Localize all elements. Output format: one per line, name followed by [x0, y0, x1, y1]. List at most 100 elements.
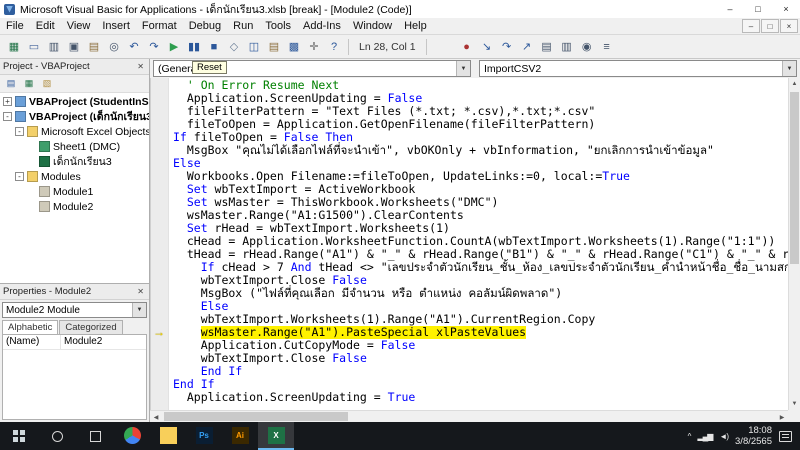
window-controls: –□×: [716, 0, 800, 18]
tree-item-sheet1-dmc[interactable]: Sheet1 (DMC): [0, 139, 149, 154]
toggle-breakpoint-icon[interactable]: ●: [457, 37, 477, 57]
toolbox-icon[interactable]: ✛: [304, 37, 324, 57]
procedure-dropdown[interactable]: ImportCSV2 ▼: [479, 60, 797, 77]
close-icon[interactable]: ✕: [135, 62, 146, 71]
mdi-close-button[interactable]: ×: [780, 19, 798, 33]
menu-window[interactable]: Window: [347, 19, 398, 33]
toolbar-separator: [426, 39, 427, 55]
save-icon[interactable]: ▥: [44, 37, 64, 57]
action-center-icon[interactable]: [779, 431, 792, 442]
minimize-button[interactable]: –: [716, 0, 744, 18]
tab-categorized[interactable]: Categorized: [59, 320, 122, 334]
tree-item-modules-folder[interactable]: -Modules: [0, 169, 149, 184]
design-mode-icon[interactable]: ◇: [224, 37, 244, 57]
find-icon[interactable]: ◎: [104, 37, 124, 57]
toggle-folders-icon[interactable]: ▧: [38, 76, 56, 92]
menu-run[interactable]: Run: [227, 19, 259, 33]
tree-item-module1[interactable]: Module1: [0, 184, 149, 199]
menu-file[interactable]: File: [0, 19, 30, 33]
project-explorer-icon[interactable]: ◫: [244, 37, 264, 57]
code-line[interactable]: End If: [173, 365, 788, 378]
vertical-scrollbar[interactable]: ▲ ▼: [788, 78, 800, 410]
object-browser-icon[interactable]: ▩: [284, 37, 304, 57]
menu-edit[interactable]: Edit: [30, 19, 61, 33]
horizontal-scrollbar[interactable]: ◀ ▶: [150, 410, 788, 422]
taskbar-illustrator-button[interactable]: Ai: [222, 422, 258, 450]
copy-icon[interactable]: ▣: [64, 37, 84, 57]
code-line[interactable]: MsgBox ("ไฟล์ที่คุณเลือก มีจำนวน หรือ ตำ…: [173, 287, 788, 300]
tab-alphabetic[interactable]: Alphabetic: [2, 320, 58, 334]
tree-expander-icon[interactable]: +: [3, 97, 12, 106]
tree-item-module2[interactable]: Module2: [0, 199, 149, 214]
volume-icon[interactable]: ◄): [719, 432, 728, 441]
code-line[interactable]: wbTextImport.Close False: [173, 352, 788, 365]
tree-item-thisworkbook[interactable]: เด็กนักเรียน3: [0, 154, 149, 169]
folder-icon: [27, 126, 38, 137]
watch-window-icon[interactable]: ◉: [577, 37, 597, 57]
scroll-down-icon[interactable]: ▼: [789, 398, 800, 410]
menu-insert[interactable]: Insert: [96, 19, 136, 33]
tree-item-vbaproject-studentinschool[interactable]: +VBAProject (StudentInSchoolLis: [0, 94, 149, 109]
vertical-scroll-track[interactable]: [789, 90, 800, 398]
paste-icon[interactable]: ▤: [84, 37, 104, 57]
maximize-button[interactable]: □: [744, 0, 772, 18]
step-out-icon[interactable]: ↗: [517, 37, 537, 57]
close-button[interactable]: ×: [772, 0, 800, 18]
horizontal-scroll-thumb[interactable]: [164, 412, 348, 421]
menu-format[interactable]: Format: [136, 19, 183, 33]
menu-tools[interactable]: Tools: [259, 19, 297, 33]
reset-icon[interactable]: ■: [204, 37, 224, 57]
search-button[interactable]: [38, 422, 76, 450]
tree-item-microsoft-excel-objects[interactable]: -Microsoft Excel Objects: [0, 124, 149, 139]
scroll-up-icon[interactable]: ▲: [789, 78, 800, 90]
view-excel-icon[interactable]: ▦: [4, 37, 24, 57]
menu-view[interactable]: View: [61, 19, 97, 33]
taskbar-excel-button[interactable]: X: [258, 422, 294, 450]
properties-panel-header[interactable]: Properties - Module2 ✕: [0, 284, 149, 300]
menu-debug[interactable]: Debug: [183, 19, 227, 33]
code-line[interactable]: Application.ScreenUpdating = True: [173, 391, 788, 404]
start-button[interactable]: [0, 422, 38, 450]
network-icon[interactable]: ▂▄▆: [697, 432, 712, 441]
taskbar-clock[interactable]: 18:08 3/8/2565: [735, 425, 772, 447]
project-panel-header[interactable]: Project - VBAProject ✕: [0, 59, 149, 75]
menu-help[interactable]: Help: [398, 19, 433, 33]
menu-addins[interactable]: Add-Ins: [297, 19, 347, 33]
task-view-button[interactable]: [76, 422, 114, 450]
vertical-scroll-thumb[interactable]: [790, 92, 799, 264]
redo-icon[interactable]: ↷: [144, 37, 164, 57]
call-stack-icon[interactable]: ≡: [597, 37, 617, 57]
help-icon[interactable]: ?: [324, 37, 344, 57]
tree-expander-icon[interactable]: -: [15, 172, 24, 181]
title-bar[interactable]: Microsoft Visual Basic for Applications …: [0, 0, 800, 18]
step-into-icon[interactable]: ↘: [477, 37, 497, 57]
taskbar-apps: PsAiX: [114, 422, 294, 450]
mdi-minimize-button[interactable]: –: [742, 19, 760, 33]
locals-window-icon[interactable]: ▤: [537, 37, 557, 57]
properties-window-icon[interactable]: ▤: [264, 37, 284, 57]
mdi-restore-button[interactable]: □: [761, 19, 779, 33]
tree-item-vbaproject-deknakrian3[interactable]: -VBAProject (เด็กนักเรียน3.xlsb): [0, 109, 149, 124]
close-icon[interactable]: ✕: [135, 287, 146, 296]
tree-expander-icon[interactable]: -: [3, 112, 12, 121]
undo-icon[interactable]: ↶: [124, 37, 144, 57]
view-code-icon[interactable]: ▤: [2, 76, 20, 92]
horizontal-scroll-track[interactable]: [162, 411, 776, 422]
properties-object-dropdown[interactable]: Module2 Module ▼: [2, 302, 147, 318]
code-margin-indicator-bar[interactable]: [151, 78, 169, 410]
insert-userform-icon[interactable]: ▭: [24, 37, 44, 57]
property-row[interactable]: (Name)Module2: [3, 335, 146, 350]
taskbar-photoshop-button[interactable]: Ps: [186, 422, 222, 450]
view-object-icon[interactable]: ▦: [20, 76, 38, 92]
code-editor[interactable]: ' On Error Resume NextApplication.Screen…: [169, 78, 788, 410]
run-icon[interactable]: ▶: [164, 37, 184, 57]
tree-expander-icon[interactable]: -: [15, 127, 24, 136]
step-over-icon[interactable]: ↷: [497, 37, 517, 57]
properties-tabs: Alphabetic Categorized: [0, 319, 149, 334]
tray-expand-icon[interactable]: ^: [688, 432, 691, 441]
immediate-window-icon[interactable]: ▥: [557, 37, 577, 57]
break-icon[interactable]: ▮▮: [184, 37, 204, 57]
taskbar-file-explorer-button[interactable]: [150, 422, 186, 450]
code-line[interactable]: MsgBox "คุณไม่ได้เลือกไฟล์ที่จะนำเข้า", …: [173, 144, 788, 157]
taskbar-chrome-button[interactable]: [114, 422, 150, 450]
